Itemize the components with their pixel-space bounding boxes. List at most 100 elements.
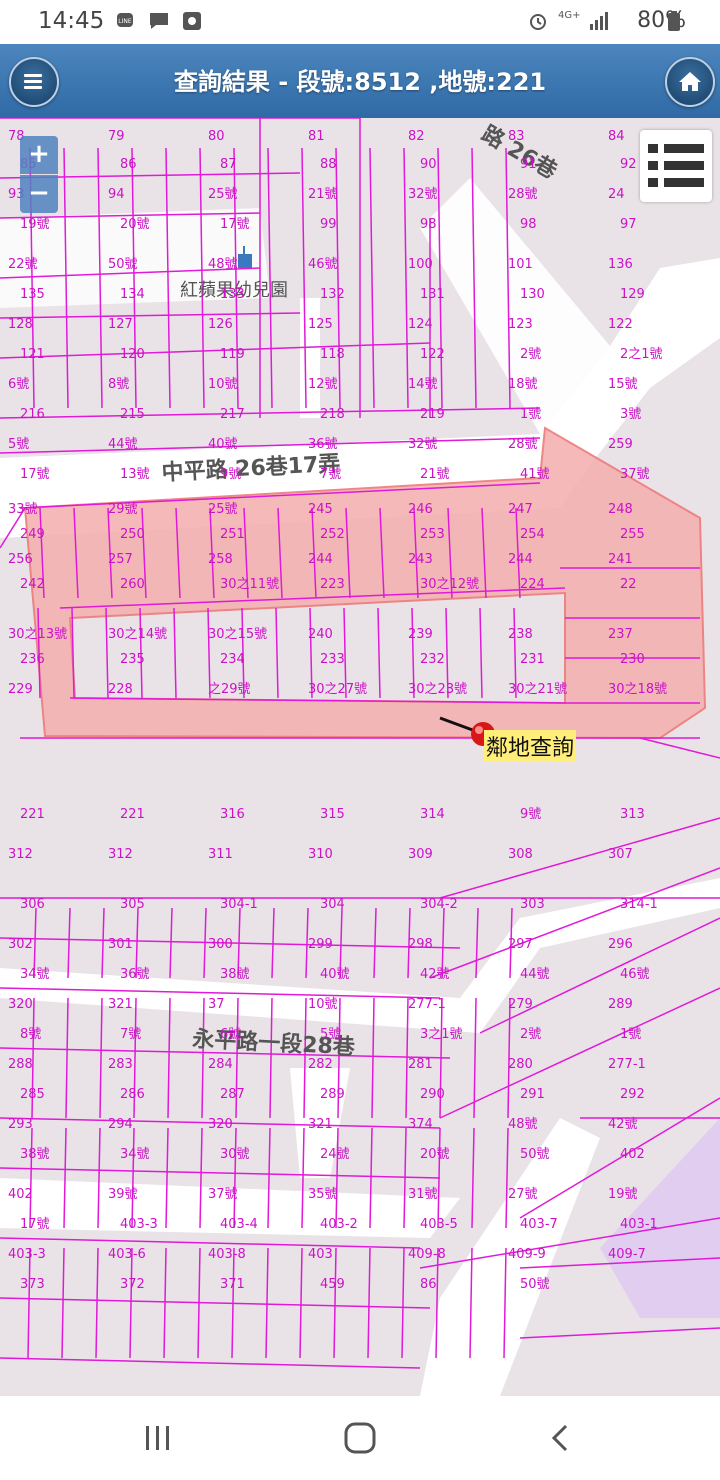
parcel-label: 254 xyxy=(520,527,545,542)
parcel-label: 313 xyxy=(620,807,645,822)
parcel-label: 30號 xyxy=(220,1147,250,1162)
parcel-label: 245 xyxy=(308,502,333,517)
zoom-in-button[interactable]: + xyxy=(20,136,58,174)
recent-apps-icon[interactable] xyxy=(138,1420,178,1456)
parcel-label: 1號 xyxy=(520,407,541,422)
parcel-label: 97 xyxy=(620,217,637,232)
parcel-label: 215 xyxy=(120,407,145,422)
parcel-label: 81 xyxy=(308,129,325,144)
parcel-label: 312 xyxy=(108,847,133,862)
parcel-label: 403-3 xyxy=(120,1217,158,1232)
parcel-label: 37號 xyxy=(620,467,650,482)
parcel-label: 10號 xyxy=(208,377,238,392)
parcel-label: 409-7 xyxy=(608,1247,646,1262)
parcel-label: 6號 xyxy=(220,1027,241,1042)
parcel-label: 281 xyxy=(408,1057,433,1072)
parcel-label: 88 xyxy=(320,157,337,172)
parcel-label: 1號 xyxy=(620,1027,641,1042)
parcel-label: 40號 xyxy=(320,967,350,982)
parcel-label: 249 xyxy=(20,527,45,542)
parcel-label: 129 xyxy=(620,287,645,302)
parcel-label: 30之21號 xyxy=(508,682,567,697)
parcel-label: 280 xyxy=(508,1057,533,1072)
parcel-label: 251 xyxy=(220,527,245,542)
parcel-label: 91 xyxy=(520,157,537,172)
parcel-label: 10號 xyxy=(308,997,338,1012)
parcel-label: 6號 xyxy=(8,377,29,392)
parcel-label: 306 xyxy=(20,897,45,912)
parcel-label: 27號 xyxy=(508,1187,538,1202)
parcel-label: 242 xyxy=(20,577,45,592)
parcel-label: 315 xyxy=(320,807,345,822)
parcel-label: 374 xyxy=(408,1117,433,1132)
parcel-label: 403 xyxy=(308,1247,333,1262)
parcel-label: 307 xyxy=(608,847,633,862)
parcel-label: 409-8 xyxy=(408,1247,446,1262)
parcel-label: 44號 xyxy=(520,967,550,982)
parcel-label: 124 xyxy=(408,317,433,332)
parcel-label: 22 xyxy=(620,577,637,592)
parcel-label: 283 xyxy=(108,1057,133,1072)
parcel-label: 31號 xyxy=(408,1187,438,1202)
parcel-label: 25號 xyxy=(208,502,238,517)
parcel-label: 309 xyxy=(408,847,433,862)
parcel-label: 37號 xyxy=(208,1187,238,1202)
parcel-label: 37 xyxy=(208,997,225,1012)
parcel-label: 9號 xyxy=(220,467,241,482)
parcel-label: 100 xyxy=(408,257,433,272)
parcel-label: 44號 xyxy=(108,437,138,452)
parcel-label: 21號 xyxy=(308,187,338,202)
parcel-label: 238 xyxy=(508,627,533,642)
parcel-label: 42號 xyxy=(420,967,450,982)
parcel-label: 123 xyxy=(508,317,533,332)
cadastral-map[interactable]: 紅蘋果幼兒園 中平路 26巷17弄 永平路一段28巷 路 26巷 78 79 80 8… xyxy=(0,118,720,1396)
parcel-label: 94 xyxy=(108,187,125,202)
parcel-label: 20號 xyxy=(420,1147,450,1162)
parcel-label: 之29號 xyxy=(208,682,251,697)
parcel-label: 320 xyxy=(208,1117,233,1132)
parcel-label: 34號 xyxy=(20,967,50,982)
parcel-label: 308 xyxy=(508,847,533,862)
parcel-label: 2號 xyxy=(520,1027,541,1042)
parcel-label: 50號 xyxy=(520,1277,550,1292)
parcel-label: 36號 xyxy=(308,437,338,452)
parcel-label: 22號 xyxy=(8,257,38,272)
parcel-label: 32號 xyxy=(408,437,438,452)
parcel-label: 90 xyxy=(420,157,437,172)
parcel-label: 99 xyxy=(320,217,337,232)
parcel-label: 35號 xyxy=(308,1187,338,1202)
home-circle-icon[interactable] xyxy=(340,1420,380,1456)
parcel-label: 38號 xyxy=(220,967,250,982)
menu-button[interactable] xyxy=(9,57,59,107)
neighbor-query-button[interactable]: 鄰地查詢 xyxy=(484,730,577,762)
parcel-label: 232 xyxy=(420,652,445,667)
parcel-label: 130 xyxy=(520,287,545,302)
parcel-label: 32號 xyxy=(408,187,438,202)
parcel-label: 41號 xyxy=(520,467,550,482)
parcel-label: 221 xyxy=(120,807,145,822)
layer-list-button[interactable] xyxy=(640,130,712,202)
parcel-label: 304-1 xyxy=(220,897,258,912)
parcel-label: 17號 xyxy=(20,467,50,482)
parcel-label: 303 xyxy=(520,897,545,912)
parcel-label: 21號 xyxy=(420,467,450,482)
parcel-label: 7號 xyxy=(120,1027,141,1042)
parcel-label: 2號 xyxy=(520,347,541,362)
parcel-label: 300 xyxy=(208,937,233,952)
parcel-label: 7號 xyxy=(320,467,341,482)
parcel-label: 241 xyxy=(608,552,633,567)
parcel-label: 33號 xyxy=(8,502,38,517)
parcel-label: 119 xyxy=(220,347,245,362)
zoom-out-button[interactable]: − xyxy=(20,175,58,213)
parcel-label: 403-5 xyxy=(420,1217,458,1232)
parcel-label: 14號 xyxy=(408,377,438,392)
home-button[interactable] xyxy=(665,57,715,107)
parcel-label: 13號 xyxy=(120,467,150,482)
parcel-label: 228 xyxy=(108,682,133,697)
status-bar: 14:45 LINE 4G+ 80% xyxy=(0,0,720,44)
alarm-icon xyxy=(530,14,546,30)
back-icon[interactable] xyxy=(542,1420,582,1456)
parcel-label: 403-3 xyxy=(8,1247,46,1262)
parcel-label: 321 xyxy=(108,997,133,1012)
parcel-label: 92 xyxy=(620,157,637,172)
